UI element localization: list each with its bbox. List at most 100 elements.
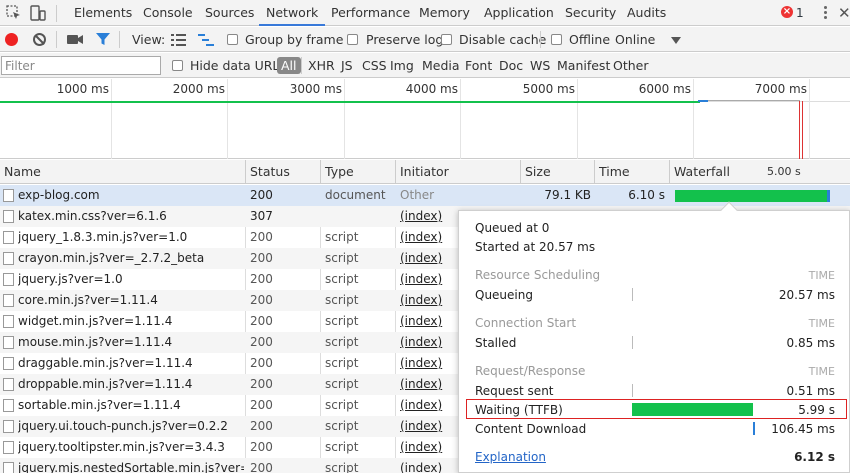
tab-security[interactable]: Security bbox=[565, 0, 616, 26]
cell-status: 200 bbox=[250, 356, 273, 370]
cell-status: 200 bbox=[250, 419, 273, 433]
started-at-text: Started at 20.57 ms bbox=[475, 240, 596, 254]
cell-status: 200 bbox=[250, 461, 273, 473]
queueing-label: Queueing bbox=[475, 288, 533, 302]
cell-type: script bbox=[325, 440, 359, 454]
overview-tick-label: 7000 ms bbox=[754, 82, 807, 96]
hide-data-urls-checkbox[interactable] bbox=[172, 60, 183, 71]
file-icon bbox=[3, 189, 14, 202]
offline-checkbox[interactable] bbox=[551, 34, 562, 45]
column-initiator[interactable]: Initiator bbox=[396, 160, 521, 184]
cell-type: script bbox=[325, 272, 359, 286]
preserve-log-label[interactable]: Preserve log bbox=[366, 27, 443, 52]
file-icon bbox=[3, 336, 14, 349]
filter-type-css[interactable]: CSS bbox=[362, 53, 387, 78]
preserve-log-checkbox[interactable] bbox=[347, 34, 358, 45]
waterfall-bar[interactable] bbox=[675, 190, 830, 202]
more-options-icon[interactable] bbox=[822, 4, 828, 22]
file-icon bbox=[3, 315, 14, 328]
filter-type-img[interactable]: Img bbox=[390, 53, 414, 78]
overview-tick-label: 2000 ms bbox=[172, 82, 225, 96]
timing-bar-stalled bbox=[632, 336, 633, 349]
cell-name: jquery_1.8.3.min.js?ver=1.0 bbox=[18, 230, 188, 244]
tab-sources[interactable]: Sources bbox=[205, 0, 254, 26]
close-icon[interactable]: ✕ bbox=[838, 0, 850, 26]
filter-type-other[interactable]: Other bbox=[613, 53, 649, 78]
cell-name: crayon.min.js?ver=_2.7.2_beta bbox=[18, 251, 205, 265]
column-waterfall[interactable]: Waterfall bbox=[670, 160, 850, 184]
network-toolbar: View: Group by frame Preserve log Disabl… bbox=[0, 27, 850, 52]
view-label: View: bbox=[132, 32, 166, 47]
cell-type: script bbox=[325, 293, 359, 307]
overview-tick-label: 6000 ms bbox=[638, 82, 691, 96]
clear-icon[interactable] bbox=[33, 33, 46, 46]
throttling-select[interactable]: Online bbox=[615, 27, 655, 52]
overview-tick bbox=[693, 79, 694, 159]
disable-cache-checkbox[interactable] bbox=[441, 34, 452, 45]
column-name[interactable]: Name bbox=[0, 160, 246, 184]
load-event-marker bbox=[802, 101, 803, 159]
error-icon[interactable]: × bbox=[781, 6, 793, 18]
section-request-response: Request/Response bbox=[475, 364, 586, 378]
overview-tick-label: 4000 ms bbox=[405, 82, 458, 96]
explanation-link[interactable]: Explanation bbox=[475, 450, 546, 464]
waterfall-scale-label: 5.00 s bbox=[767, 165, 801, 178]
hide-data-urls-label[interactable]: Hide data URLs bbox=[190, 53, 286, 78]
filter-type-xhr[interactable]: XHR bbox=[308, 53, 335, 78]
cell-name: exp-blog.com bbox=[18, 188, 100, 202]
chevron-down-icon[interactable] bbox=[671, 37, 681, 44]
cell-status: 200 bbox=[250, 188, 273, 202]
capture-screenshots-icon[interactable] bbox=[67, 33, 84, 49]
file-icon bbox=[3, 420, 14, 433]
device-toolbar-icon[interactable] bbox=[29, 4, 47, 22]
cell-type: script bbox=[325, 251, 359, 265]
column-time[interactable]: Time bbox=[595, 160, 670, 184]
filter-type-manifest[interactable]: Manifest bbox=[557, 53, 610, 78]
waterfall-view-icon[interactable] bbox=[198, 34, 214, 49]
filter-type-ws[interactable]: WS bbox=[530, 53, 550, 78]
column-type[interactable]: Type bbox=[321, 160, 396, 184]
group-by-frame-label[interactable]: Group by frame bbox=[245, 27, 343, 52]
filter-icon[interactable] bbox=[95, 32, 111, 50]
record-button[interactable] bbox=[5, 33, 18, 46]
cell-time: 6.10 s bbox=[628, 188, 665, 202]
content-download-value: 106.45 ms bbox=[771, 422, 835, 436]
stalled-value: 0.85 ms bbox=[786, 336, 835, 350]
load-event-marker bbox=[799, 101, 800, 159]
tab-console[interactable]: Console bbox=[143, 0, 193, 26]
cell-type: script bbox=[325, 419, 359, 433]
total-time-value: 6.12 s bbox=[794, 450, 835, 464]
filter-type-doc[interactable]: Doc bbox=[499, 53, 523, 78]
tab-audits[interactable]: Audits bbox=[627, 0, 666, 26]
tab-memory[interactable]: Memory bbox=[419, 0, 470, 26]
table-row[interactable]: exp-blog.com 200 document Other 79.1 KB 6.10 … bbox=[0, 185, 850, 206]
column-size[interactable]: Size bbox=[521, 160, 595, 184]
devtools-tab-bar: Elements Console Sources Network Perform… bbox=[0, 0, 850, 26]
tab-performance[interactable]: Performance bbox=[331, 0, 410, 26]
large-rows-icon[interactable] bbox=[171, 34, 186, 49]
disable-cache-label[interactable]: Disable cache bbox=[459, 27, 546, 52]
tab-elements[interactable]: Elements bbox=[74, 0, 132, 26]
toolbar-divider bbox=[56, 31, 57, 48]
filter-type-js[interactable]: JS bbox=[341, 53, 353, 78]
error-count[interactable]: 1 bbox=[796, 0, 804, 26]
tab-network[interactable]: Network bbox=[259, 0, 326, 26]
overview-request-bar bbox=[708, 100, 800, 101]
tab-application[interactable]: Application bbox=[484, 0, 554, 26]
queued-at-text: Queued at 0 bbox=[475, 221, 550, 235]
cell-name: mouse.min.js?ver=1.11.4 bbox=[18, 335, 173, 349]
filter-type-font[interactable]: Font bbox=[465, 53, 492, 78]
section-resource-scheduling: Resource Scheduling bbox=[475, 268, 601, 282]
file-icon bbox=[3, 294, 14, 307]
column-status[interactable]: Status bbox=[246, 160, 321, 184]
file-icon bbox=[3, 273, 14, 286]
overview-timeline[interactable]: 1000 ms 2000 ms 3000 ms 4000 ms 5000 ms … bbox=[0, 79, 850, 159]
filter-input[interactable] bbox=[1, 56, 161, 75]
filter-type-all[interactable]: All bbox=[277, 57, 301, 74]
inspect-element-icon[interactable] bbox=[5, 4, 23, 22]
filter-type-media[interactable]: Media bbox=[422, 53, 460, 78]
queueing-value: 20.57 ms bbox=[778, 288, 835, 302]
cell-type: script bbox=[325, 377, 359, 391]
offline-label[interactable]: Offline bbox=[569, 27, 610, 52]
group-by-frame-checkbox[interactable] bbox=[227, 34, 238, 45]
